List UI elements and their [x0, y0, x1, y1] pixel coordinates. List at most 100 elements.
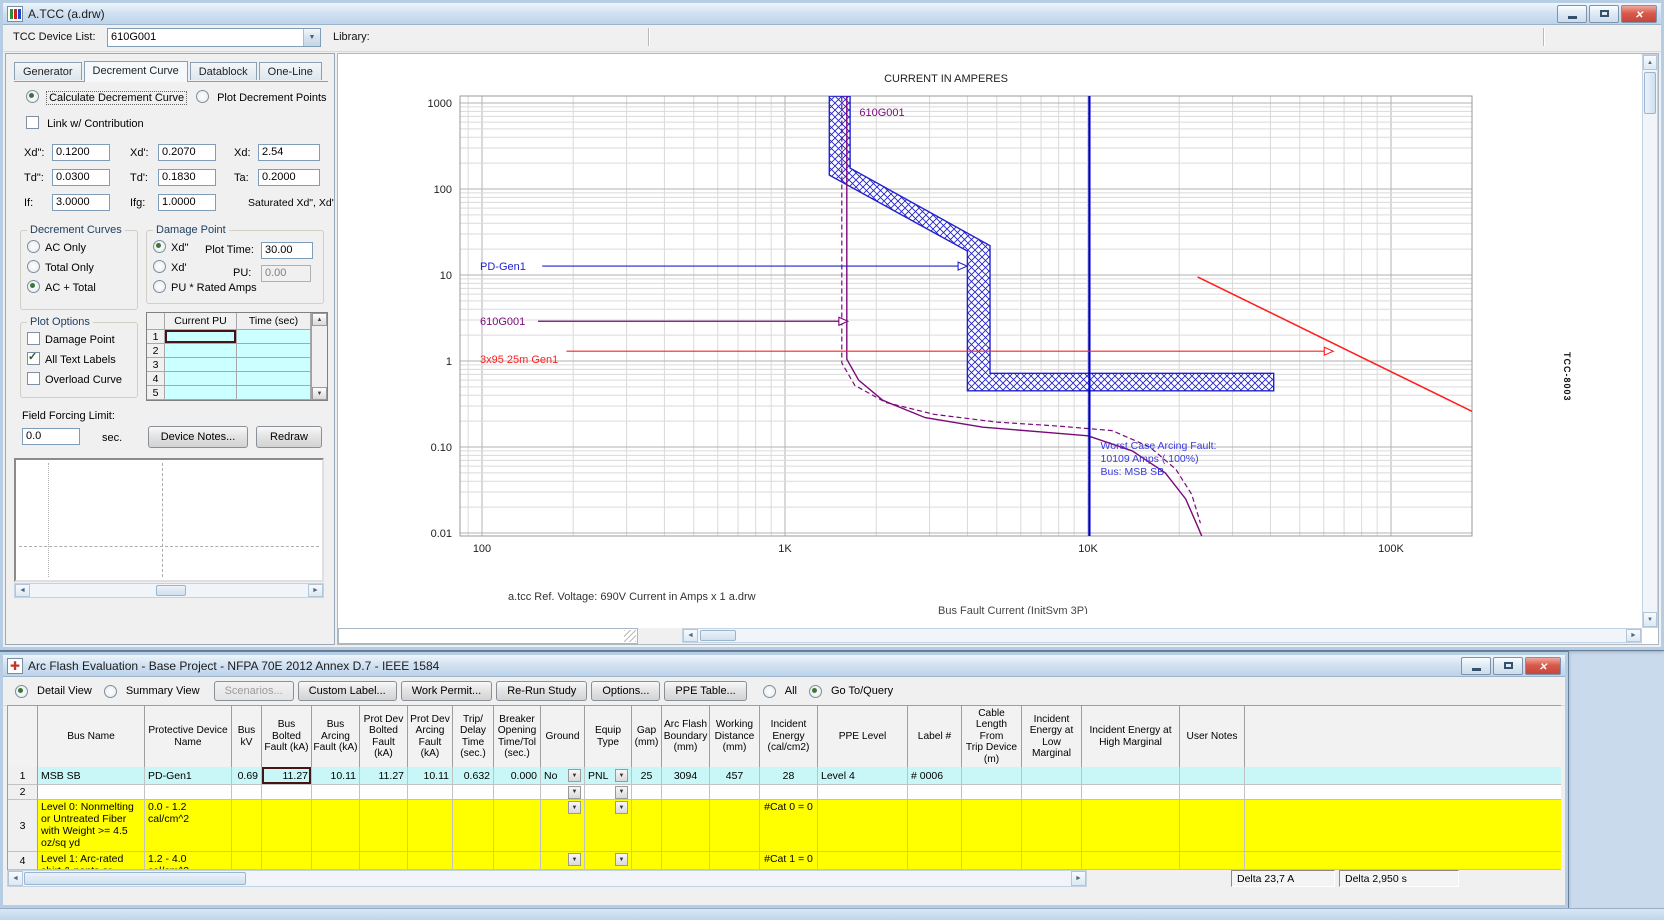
cell-pd_arcing[interactable]: 10.11	[408, 767, 453, 785]
cell-cable_len[interactable]	[962, 800, 1022, 852]
cell-cable_len[interactable]	[962, 767, 1022, 785]
cell-breaker[interactable]	[494, 852, 541, 870]
cell-num[interactable]: 4	[8, 852, 38, 870]
cell-ie[interactable]: #Cat 1 = 0	[760, 852, 818, 870]
decrement-ac-only-label[interactable]: AC Only	[45, 242, 86, 254]
scroll-left-icon[interactable]	[15, 584, 30, 597]
cell-ground[interactable]: No	[541, 767, 585, 785]
calculate-decrement-label[interactable]: Calculate Decrement Curve	[47, 92, 186, 104]
param-input-ifg[interactable]: 1.0000	[158, 194, 216, 211]
cell-device[interactable]: 1.2 - 4.0 cal/cm^2	[145, 852, 232, 870]
redraw-button[interactable]: Redraw	[256, 426, 322, 448]
chevron-down-icon[interactable]	[303, 29, 320, 46]
device-notes-button[interactable]: Device Notes...	[148, 426, 248, 448]
all-label[interactable]: All	[785, 685, 797, 697]
cell-ppe[interactable]	[818, 785, 908, 800]
points-cell[interactable]	[165, 358, 237, 372]
cell-num[interactable]: 3	[8, 800, 38, 852]
cell-wd[interactable]	[710, 852, 760, 870]
cell-num[interactable]: 1	[8, 767, 38, 785]
cell-ie_low[interactable]	[1022, 785, 1082, 800]
cell-afb[interactable]	[662, 785, 710, 800]
points-cell[interactable]	[237, 372, 311, 386]
scroll-thumb[interactable]	[700, 630, 736, 641]
damage-point-checkbox[interactable]	[27, 332, 40, 345]
cell-ie_low[interactable]	[1022, 800, 1082, 852]
curve-label-pd-gen1[interactable]: PD-Gen1	[480, 261, 526, 273]
cell-bus[interactable]: MSB SB	[38, 767, 145, 785]
decrement-ac-total-label[interactable]: AC + Total	[45, 282, 96, 294]
damage-xd-label[interactable]: Xd"	[171, 242, 188, 254]
cell-equip[interactable]: PNL	[585, 767, 632, 785]
scroll-up-icon[interactable]	[1643, 55, 1657, 70]
cell-label[interactable]	[908, 852, 962, 870]
dropdown-button[interactable]	[568, 769, 581, 782]
detail-view-radio[interactable]	[15, 685, 28, 698]
tcc-titlebar[interactable]: A.TCC (a.drw)	[3, 3, 1661, 25]
decrement-total-only-label[interactable]: Total Only	[45, 262, 94, 274]
dropdown-button[interactable]	[615, 853, 628, 866]
overload-curve-checkbox[interactable]	[27, 372, 40, 385]
cell-pd_bolted[interactable]: 11.27	[360, 767, 408, 785]
tcc-device-list-combo[interactable]: 610G001	[107, 28, 321, 47]
cell-bus_bolted[interactable]	[262, 800, 312, 852]
cell-gap[interactable]: 25	[632, 767, 662, 785]
all-text-labels-checkbox[interactable]	[27, 352, 40, 365]
cell-kv[interactable]: 0.69	[232, 767, 262, 785]
cell-trip[interactable]: 0.632	[453, 767, 494, 785]
restore-button[interactable]	[1589, 5, 1619, 23]
custom-label-button[interactable]: Custom Label...	[298, 681, 397, 701]
chart-vscrollbar[interactable]	[1642, 54, 1658, 628]
preview-hscrollbar[interactable]	[14, 583, 324, 598]
dropdown-button[interactable]	[568, 801, 581, 814]
cell-bus_bolted[interactable]	[262, 852, 312, 870]
cell-label[interactable]: # 0006	[908, 767, 962, 785]
points-cell[interactable]	[165, 330, 237, 344]
scroll-right-icon[interactable]	[308, 584, 323, 597]
cell-num[interactable]: 2	[8, 785, 38, 800]
options-button[interactable]: Options...	[591, 681, 660, 701]
cell-equip[interactable]	[585, 785, 632, 800]
cell-cable_len[interactable]	[962, 785, 1022, 800]
param-input-xd[interactable]: 0.2070	[158, 144, 216, 161]
damage-pu-rated-amps-label[interactable]: PU * Rated Amps	[171, 282, 257, 294]
arc-hscrollbar[interactable]	[7, 870, 1087, 887]
cell-breaker[interactable]	[494, 785, 541, 800]
detail-view-label[interactable]: Detail View	[37, 685, 92, 697]
overload-curve-label[interactable]: Overload Curve	[45, 374, 122, 386]
param-input-xd[interactable]: 0.1200	[52, 144, 110, 161]
cell-label[interactable]	[908, 800, 962, 852]
points-cell[interactable]	[165, 386, 237, 400]
damage-point-label[interactable]: Damage Point	[45, 334, 115, 346]
points-cell[interactable]	[237, 344, 311, 358]
cell-gap[interactable]	[632, 852, 662, 870]
cell-equip[interactable]	[585, 852, 632, 870]
cell-ie[interactable]: #Cat 0 = 0	[760, 800, 818, 852]
cell-breaker[interactable]	[494, 800, 541, 852]
work-permit-button[interactable]: Work Permit...	[401, 681, 492, 701]
cell-ie_high[interactable]	[1082, 767, 1180, 785]
cell-gap[interactable]	[632, 785, 662, 800]
param-input-xd[interactable]: 2.54	[258, 144, 320, 161]
cell-ie_high[interactable]	[1082, 800, 1180, 852]
cell-device[interactable]	[145, 785, 232, 800]
cell-trip[interactable]	[453, 785, 494, 800]
points-cell[interactable]	[237, 330, 311, 344]
cell-kv[interactable]	[232, 785, 262, 800]
plot-decrement-points-label[interactable]: Plot Decrement Points	[217, 92, 326, 104]
plot-time-input[interactable]: 30.00	[261, 242, 313, 259]
cell-ie[interactable]	[760, 785, 818, 800]
decrement-ac-only-radio[interactable]	[27, 240, 40, 253]
cell-notes[interactable]	[1180, 767, 1245, 785]
field-forcing-input[interactable]: 0.0	[22, 428, 80, 445]
cell-bus_arcing[interactable]	[312, 785, 360, 800]
dropdown-button[interactable]	[568, 786, 581, 799]
damage-pu-rated-amps-radio[interactable]	[153, 280, 166, 293]
cell-ground[interactable]	[541, 800, 585, 852]
calculate-decrement-radio[interactable]	[26, 90, 39, 103]
cell-bus_bolted[interactable]: 11.27	[262, 767, 312, 785]
scroll-up-icon[interactable]	[312, 313, 327, 326]
tab-generator[interactable]: Generator	[14, 62, 82, 80]
restore-button[interactable]	[1493, 657, 1523, 675]
scroll-left-icon[interactable]	[8, 871, 23, 886]
